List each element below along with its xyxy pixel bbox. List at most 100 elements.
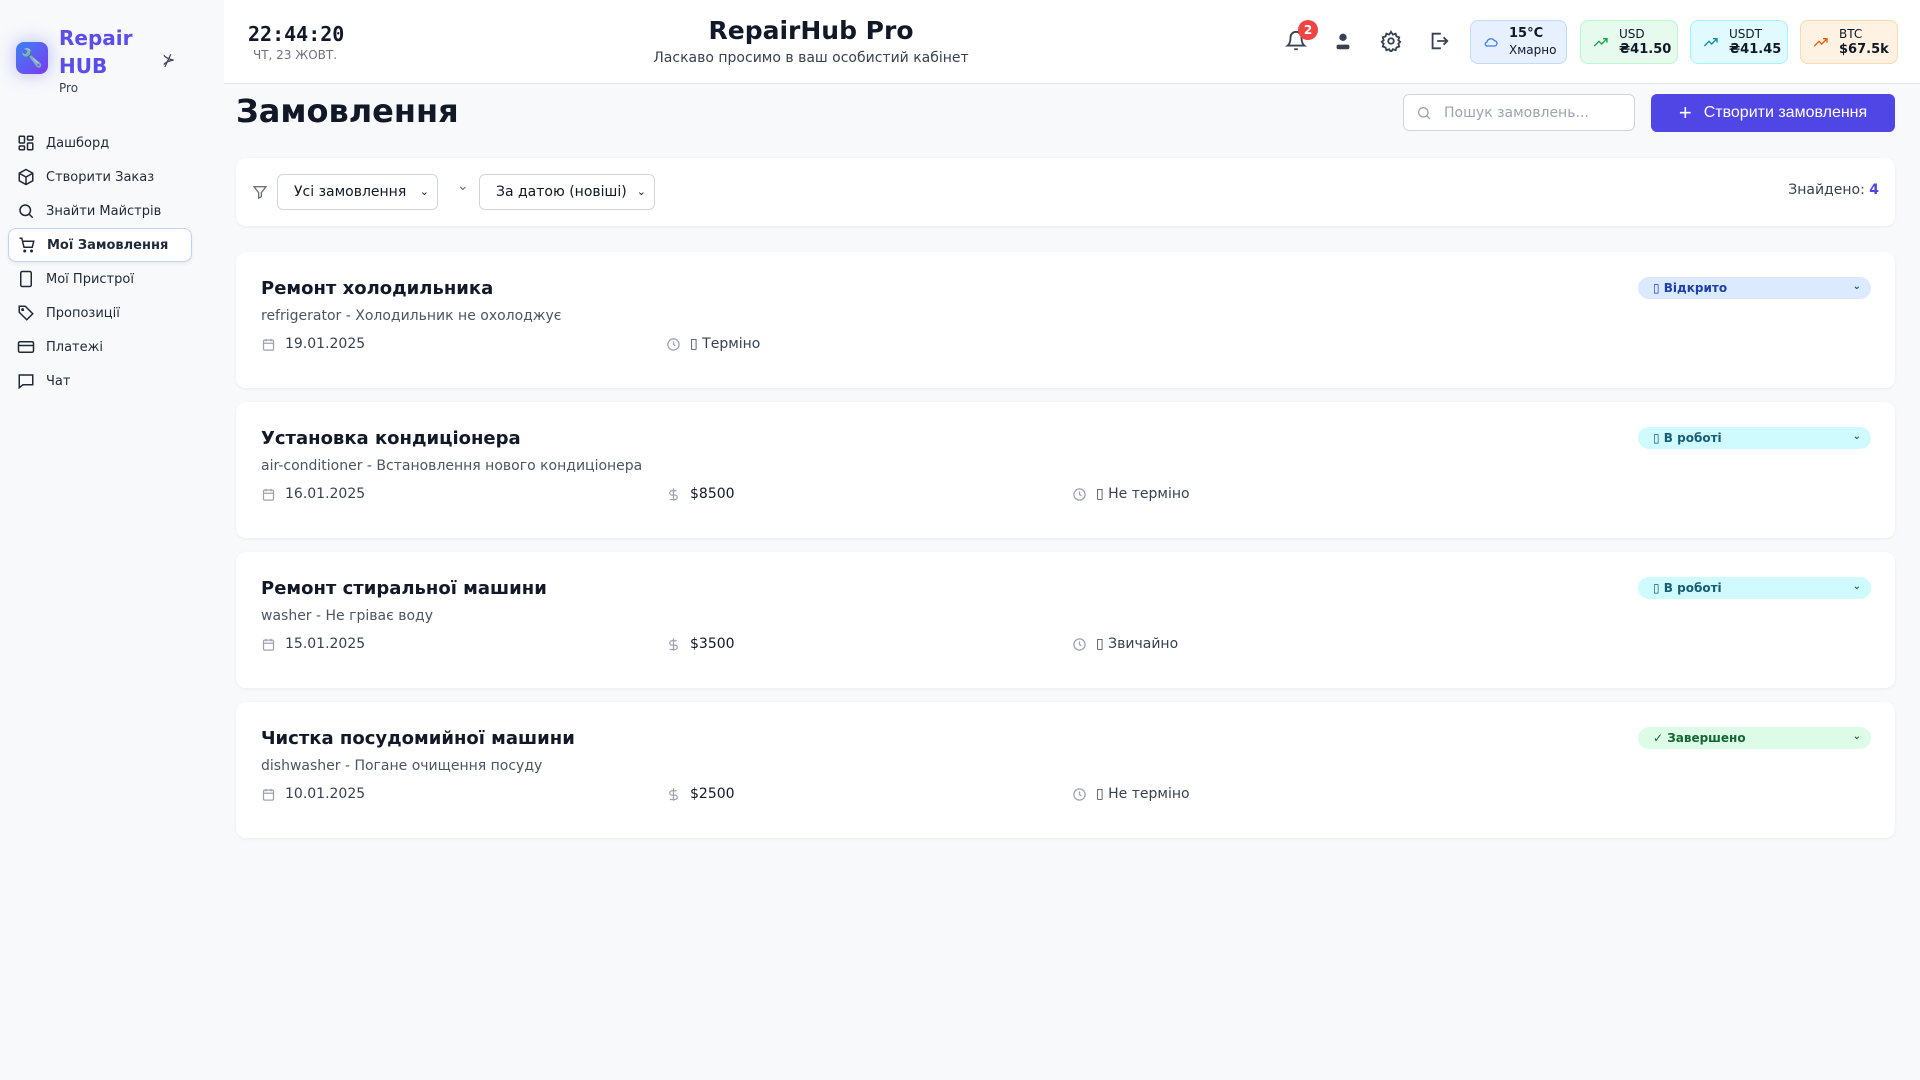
- sidebar-item-label: Мої Замовлення: [47, 237, 169, 253]
- cloud-icon: [1484, 38, 1498, 47]
- status-value: ▯ В роботі: [1653, 431, 1722, 445]
- trending-up-icon: [1703, 38, 1718, 47]
- order-title: Ремонт холодильника: [261, 278, 494, 299]
- status-select[interactable]: ▯ Відкрито ⌄: [1638, 277, 1871, 299]
- clock-time: 22:44:20: [248, 22, 345, 46]
- sidebar-item-label: Дашборд: [46, 135, 110, 151]
- sidebar-item-1[interactable]: Створити Заказ: [8, 160, 192, 194]
- user-icon[interactable]: [1332, 30, 1354, 52]
- order-date: 16.01.2025: [261, 486, 365, 502]
- order-urgency-value: ▯ Не терміно: [1096, 486, 1190, 502]
- found-label: Знайдено:: [1788, 182, 1865, 198]
- grid-icon: [18, 135, 34, 151]
- order-urgency: ▯ Не терміно: [1072, 486, 1190, 502]
- order-card[interactable]: Ремонт стиральної машини washer - Не грі…: [236, 552, 1895, 688]
- rate-label: USD: [1619, 27, 1645, 41]
- chevron-down-icon: ⌄: [1852, 731, 1861, 742]
- order-description: dishwasher - Погане очищення посуду: [261, 758, 543, 774]
- gear-icon[interactable]: [1380, 30, 1402, 52]
- sidebar-item-3[interactable]: Мої Замовлення: [8, 228, 192, 262]
- calendar-icon: [262, 338, 275, 351]
- chevron-down-icon: ⌄: [1852, 581, 1861, 592]
- sidebar-item-5[interactable]: Пропозиції: [8, 296, 192, 330]
- order-date-value: 15.01.2025: [285, 636, 366, 652]
- dollar-icon: [669, 637, 678, 651]
- calendar-icon: [262, 788, 275, 801]
- unpin-icon[interactable]: ⊁: [162, 50, 175, 69]
- order-urgency-value: ▯ Терміно: [690, 336, 761, 352]
- cart-icon: [19, 237, 35, 253]
- order-date-value: 19.01.2025: [285, 336, 366, 352]
- clock-icon: [1073, 787, 1086, 801]
- order-title: Чистка посудомийної машини: [261, 728, 575, 749]
- status-filter-value: Усі замовлення: [294, 184, 407, 200]
- create-order-label: Створити замовлення: [1703, 104, 1868, 121]
- trending-up-icon: [1813, 38, 1828, 47]
- wrench-logo-icon: 🔧: [16, 42, 48, 74]
- status-select[interactable]: ▯ В роботі ⌄: [1638, 577, 1871, 599]
- status-select[interactable]: ▯ В роботі ⌄: [1638, 427, 1871, 449]
- brand-line1: Repair: [59, 26, 133, 50]
- status-value: ✓ Завершено: [1653, 731, 1746, 745]
- found-number: 4: [1869, 182, 1879, 198]
- sort-chevron-icon: ⌄: [457, 178, 469, 194]
- calendar-icon: [262, 488, 275, 501]
- dollar-icon: [669, 487, 678, 501]
- order-card[interactable]: Чистка посудомийної машини dishwasher - …: [236, 702, 1895, 838]
- search-input[interactable]: Пошук замовлень...: [1403, 94, 1635, 131]
- status-select[interactable]: ✓ Завершено ⌄: [1638, 727, 1871, 749]
- status-filter-select[interactable]: Усі замовлення ⌄: [277, 174, 438, 210]
- order-card[interactable]: Ремонт холодильника refrigerator - Холод…: [236, 252, 1895, 388]
- sidebar-item-6[interactable]: Платежі: [8, 330, 192, 364]
- weather-widget: 15°C Хмарно: [1470, 20, 1567, 64]
- sidebar-item-label: Пропозиції: [46, 305, 120, 321]
- sidebar-item-0[interactable]: Дашборд: [8, 126, 192, 160]
- rate-label: USDT: [1729, 27, 1762, 41]
- rate-value: ₴41.50: [1619, 42, 1672, 57]
- sidebar-item-label: Мої Пристрої: [46, 271, 134, 287]
- order-urgency: ▯ Терміно: [666, 336, 760, 352]
- order-title: Ремонт стиральної машини: [261, 578, 547, 599]
- order-date-value: 10.01.2025: [285, 786, 366, 802]
- order-price: $2500: [666, 786, 735, 802]
- sort-value: За датою (новіші): [496, 184, 627, 200]
- sort-select[interactable]: За датою (новіші) ⌄: [479, 174, 655, 210]
- sidebar-item-7[interactable]: Чат: [8, 364, 192, 398]
- clock-icon: [667, 337, 680, 351]
- order-description: washer - Не гріває воду: [261, 608, 433, 624]
- chevron-down-icon: ⌄: [636, 185, 646, 198]
- weather-desc: Хмарно: [1509, 43, 1557, 57]
- search-placeholder: Пошук замовлень...: [1444, 104, 1589, 121]
- status-value: ▯ В роботі: [1653, 581, 1722, 595]
- app-title: RepairHub Pro: [708, 16, 914, 45]
- clock-icon: [1073, 487, 1086, 501]
- rate-label: BTC: [1839, 27, 1863, 41]
- tag-icon: [18, 305, 34, 321]
- order-price-value: $3500: [690, 636, 735, 652]
- filter-icon: [252, 186, 268, 200]
- page-title: Замовлення: [236, 92, 459, 130]
- order-card[interactable]: Установка кондиціонера air-conditioner -…: [236, 402, 1895, 538]
- sidebar-item-label: Створити Заказ: [46, 169, 155, 185]
- sidebar-item-4[interactable]: Мої Пристрої: [8, 262, 192, 296]
- clock-icon: [1073, 637, 1086, 651]
- order-price-value: $8500: [690, 486, 735, 502]
- order-date-value: 16.01.2025: [285, 486, 366, 502]
- order-date: 19.01.2025: [261, 336, 365, 352]
- order-price: $8500: [666, 486, 735, 502]
- tablet-icon: [20, 270, 32, 288]
- order-price-value: $2500: [690, 786, 735, 802]
- order-urgency-value: ▯ Не терміно: [1096, 786, 1190, 802]
- order-date: 10.01.2025: [261, 786, 365, 802]
- brand-sub: Pro: [59, 81, 79, 95]
- sidebar-item-2[interactable]: Знайти Майстрів: [8, 194, 192, 228]
- logout-icon[interactable]: [1428, 30, 1450, 52]
- rate-widget-usdt: USDT ₴41.45: [1690, 20, 1788, 64]
- sidebar-item-label: Знайти Майстрів: [46, 203, 162, 219]
- rate-widget-btc: BTC $67.5k: [1800, 20, 1898, 64]
- chevron-down-icon: ⌄: [419, 185, 429, 198]
- order-urgency: ▯ Не терміно: [1072, 786, 1190, 802]
- create-order-button[interactable]: + Створити замовлення: [1651, 94, 1895, 132]
- credit-card-icon: [17, 341, 35, 353]
- sidebar-item-label: Чат: [46, 373, 71, 389]
